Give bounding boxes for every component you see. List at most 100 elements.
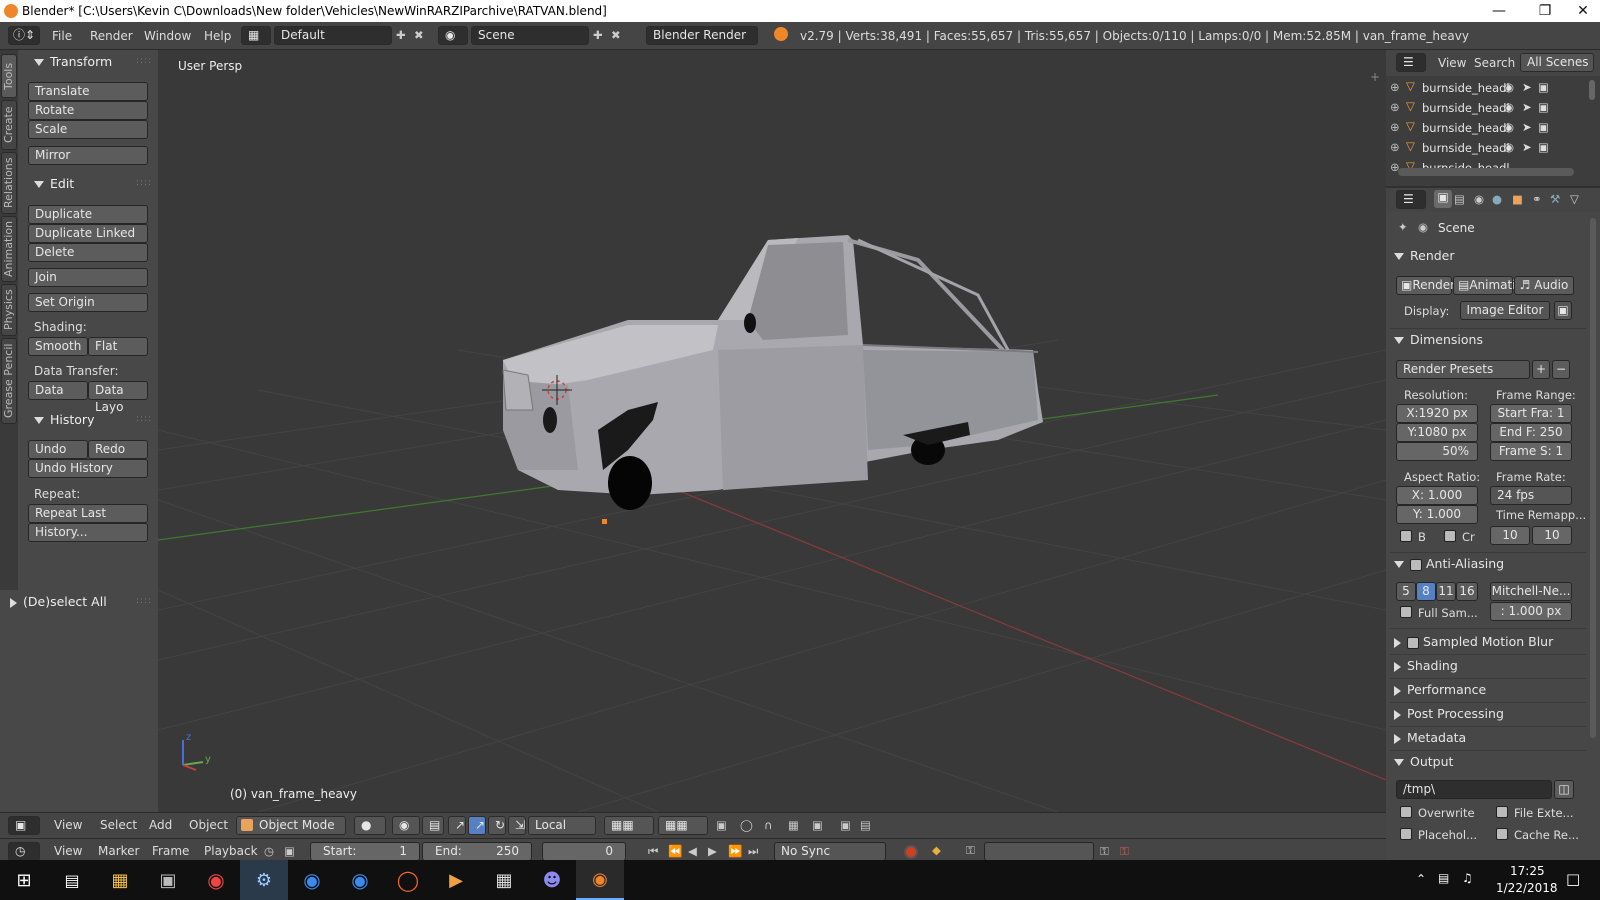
- layout-field[interactable]: Default: [274, 26, 392, 45]
- mirror-button[interactable]: Mirror: [28, 146, 148, 165]
- editor-type-3d-icon[interactable]: ▣: [8, 816, 40, 835]
- app-blue-icon[interactable]: ◉: [288, 860, 336, 900]
- display-select[interactable]: Image Editor: [1460, 301, 1550, 320]
- outliner-view-menu[interactable]: View: [1438, 56, 1466, 70]
- menu-help[interactable]: Help: [204, 29, 231, 43]
- snap-element-icon[interactable]: ▣: [812, 818, 823, 832]
- keying-set-icon[interactable]: ◆: [932, 843, 941, 857]
- aa-filter-select[interactable]: Mitchell-Ne...: [1490, 582, 1572, 601]
- placeholders-checkbox[interactable]: [1400, 828, 1412, 840]
- tab-animation[interactable]: Animation: [1, 216, 17, 282]
- folder-icon[interactable]: ◫: [1554, 780, 1574, 799]
- editor-type-timeline-icon[interactable]: ◷: [8, 842, 40, 861]
- aa-samples-16[interactable]: 16: [1456, 582, 1478, 601]
- panel-edit-header[interactable]: Edit: [34, 176, 74, 191]
- aspect-x-field[interactable]: X: 1.000: [1396, 486, 1478, 505]
- record-icon[interactable]: [904, 845, 918, 859]
- anti-aliasing-panel-header[interactable]: Anti-Aliasing: [1394, 556, 1504, 571]
- metadata-panel-header[interactable]: Metadata: [1394, 730, 1466, 745]
- list-item[interactable]: ⊕ ▽ burnside_headl ◉ ➤ ▣: [1386, 78, 1586, 98]
- remap-new-field[interactable]: 10: [1532, 526, 1572, 545]
- camera-render-icon[interactable]: ▣: [1538, 100, 1549, 114]
- undo-history-button[interactable]: Undo History: [28, 459, 148, 478]
- tab-grease-pencil[interactable]: Grease Pencil: [1, 338, 17, 424]
- world-tab-icon[interactable]: ●: [1492, 192, 1502, 206]
- remove-layout-icon[interactable]: ✖: [414, 28, 424, 42]
- resolution-x-field[interactable]: X:1920 px: [1396, 404, 1478, 423]
- eye-icon[interactable]: ◉: [1504, 100, 1514, 114]
- anti-aliasing-checkbox[interactable]: [1410, 558, 1422, 571]
- delete-key-icon[interactable]: ⚿: [1120, 844, 1129, 859]
- file-extensions-checkbox[interactable]: [1496, 806, 1508, 818]
- scene-icon[interactable]: ◉: [438, 26, 468, 45]
- outliner-search-menu[interactable]: Search: [1474, 56, 1515, 70]
- eye-icon[interactable]: ◉: [1504, 80, 1514, 94]
- outliner-h-scrollbar[interactable]: [1398, 168, 1574, 176]
- jump-start-icon[interactable]: ⏮: [648, 844, 658, 859]
- app-g-icon[interactable]: ◉: [336, 860, 384, 900]
- aa-samples-5[interactable]: 5: [1396, 582, 1416, 601]
- snap-target-icon[interactable]: ▦: [788, 818, 799, 832]
- output-panel-header[interactable]: Output: [1394, 754, 1453, 769]
- repeat-last-button[interactable]: Repeat Last: [28, 504, 148, 523]
- translate-manip-icon[interactable]: ↗: [448, 816, 466, 835]
- add-preset-icon[interactable]: +: [1532, 360, 1550, 379]
- aa-filter-size-field[interactable]: : 1.000 px: [1490, 602, 1572, 621]
- post-processing-panel-header[interactable]: Post Processing: [1394, 706, 1504, 721]
- outliner-v-scrollbar[interactable]: [1589, 80, 1595, 100]
- screen-layout-icon[interactable]: ▦: [241, 26, 271, 45]
- aa-samples-8[interactable]: 8: [1416, 582, 1436, 601]
- resolution-y-field[interactable]: Y:1080 px: [1396, 423, 1478, 442]
- tab-create[interactable]: Create: [1, 100, 17, 150]
- tab-physics[interactable]: Physics: [1, 284, 17, 336]
- animation-button[interactable]: ▤Animati: [1453, 276, 1516, 295]
- frame-step-field[interactable]: Frame S: 1: [1490, 442, 1572, 461]
- panel-history-header[interactable]: History: [34, 412, 94, 427]
- start-windows-icon[interactable]: ⊞: [0, 860, 48, 900]
- jump-end-icon[interactable]: ⏭: [748, 844, 758, 859]
- expand-icon[interactable]: ⊕: [1390, 120, 1400, 134]
- volume-icon[interactable]: ♫: [1462, 871, 1473, 885]
- duplicate-button[interactable]: Duplicate: [28, 205, 148, 224]
- keying-key-icon[interactable]: ⚿: [966, 843, 975, 858]
- app-icon[interactable]: ▣: [144, 860, 192, 900]
- render-panel-header[interactable]: Render: [1394, 248, 1455, 263]
- pin-icon[interactable]: ✦: [1398, 220, 1408, 234]
- list-item[interactable]: ⊕ ▽ burnside_headl ◉ ➤ ▣: [1386, 98, 1586, 118]
- camera-render-icon[interactable]: ▣: [1538, 120, 1549, 134]
- duplicate-linked-button[interactable]: Duplicate Linked: [28, 224, 148, 243]
- timeline-menu-marker[interactable]: Marker: [98, 844, 139, 858]
- cache-result-checkbox[interactable]: [1496, 828, 1508, 840]
- frame-rate-select[interactable]: 24 fps: [1490, 486, 1572, 505]
- play-icon[interactable]: ▶: [708, 844, 717, 858]
- tray-chevron-icon[interactable]: ⌃: [1416, 872, 1426, 886]
- sync-select[interactable]: No Sync: [774, 842, 886, 861]
- scale-manip-icon[interactable]: ⇲: [508, 816, 526, 835]
- output-path-field[interactable]: /tmp\: [1396, 780, 1552, 799]
- snap-icon[interactable]: ∩: [764, 818, 772, 832]
- calculator-icon[interactable]: ▦: [480, 860, 528, 900]
- menu-add[interactable]: Add: [149, 818, 172, 832]
- proportional-edit-icon[interactable]: ◯: [740, 818, 753, 832]
- timeline-menu-playback[interactable]: Playback: [204, 844, 258, 858]
- deselect-all-header[interactable]: (De)select All: [10, 594, 107, 609]
- clock-time[interactable]: 17:25: [1510, 864, 1545, 878]
- expand-icon[interactable]: ⊕: [1390, 80, 1400, 94]
- layers-grid-1[interactable]: ▦▦: [604, 816, 654, 835]
- opengl-anim-icon[interactable]: ▤: [860, 818, 871, 832]
- set-origin-select[interactable]: Set Origin: [28, 293, 148, 312]
- expand-icon[interactable]: ⊕: [1390, 100, 1400, 114]
- editor-type-info-icon[interactable]: ⓘ⇕: [8, 26, 40, 45]
- menu-window[interactable]: Window: [144, 29, 191, 43]
- dimensions-panel-header[interactable]: Dimensions: [1394, 332, 1483, 347]
- join-button[interactable]: Join: [28, 268, 148, 287]
- eye-icon[interactable]: ◉: [1504, 140, 1514, 154]
- discord-icon[interactable]: ☻: [528, 860, 576, 900]
- file-explorer-icon[interactable]: ▦: [96, 860, 144, 900]
- menu-select[interactable]: Select: [100, 818, 137, 832]
- scene-tab-icon[interactable]: ◉: [1474, 192, 1484, 206]
- history-button[interactable]: History...: [28, 523, 148, 542]
- render-engine-select[interactable]: Blender Render: [646, 26, 758, 45]
- chrome-icon[interactable]: ◉: [192, 860, 240, 900]
- layers-grid-2[interactable]: ▦▦: [658, 816, 708, 835]
